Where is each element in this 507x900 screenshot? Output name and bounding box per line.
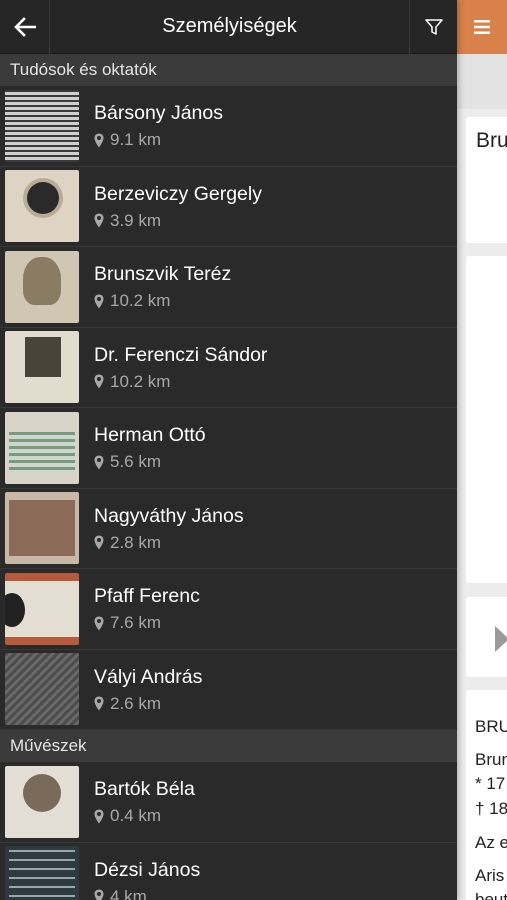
location-pin-icon	[94, 455, 104, 470]
list-item-barsony-janos[interactable]: Bársony János 9.1 km	[0, 86, 457, 167]
arrow-left-icon	[13, 16, 36, 37]
person-thumbnail	[5, 89, 79, 162]
play-icon[interactable]	[495, 626, 507, 652]
distance-value: 0.4 km	[110, 806, 162, 826]
list-item-valyi-andras[interactable]: Vályi András 2.6 km	[0, 650, 457, 730]
detail-text-line: * 17	[475, 774, 506, 793]
list-item-dezsi-janos[interactable]: Dézsi János 4 km	[0, 843, 457, 900]
page-title: Személyiségek	[162, 15, 297, 37]
detail-title: Bru	[476, 129, 507, 152]
distance-value: 2.6 km	[110, 693, 162, 713]
detail-text-line: BRU	[475, 717, 507, 736]
person-name: Dr. Ferenczi Sándor	[94, 343, 268, 366]
location-pin-icon	[94, 374, 104, 389]
location-pin-icon	[94, 696, 104, 711]
person-name: Nagyváthy János	[94, 504, 244, 527]
location-pin-icon	[94, 535, 104, 550]
location-pin-icon	[94, 133, 104, 148]
section-header-artists: Művészek	[0, 730, 457, 762]
distance-row: 2.8 km	[94, 532, 244, 554]
detail-title-card: Bru	[466, 117, 507, 243]
distance-row: 10.2 km	[94, 290, 231, 312]
distance-row: 7.6 km	[94, 612, 200, 634]
location-pin-icon	[94, 616, 104, 631]
menu-button[interactable]	[457, 0, 507, 54]
detail-text-line: beut	[475, 890, 507, 900]
detail-image-card	[466, 256, 507, 583]
back-button[interactable]	[0, 0, 50, 54]
list-item-brunszvik-terez[interactable]: Brunszvik Teréz 10.2 km	[0, 247, 457, 328]
distance-row: 4 km	[94, 886, 200, 900]
location-pin-icon	[94, 294, 104, 309]
section-header-scientists: Tudósok és oktatók	[0, 54, 457, 86]
distance-row: 10.2 km	[94, 371, 267, 393]
hamburger-menu-icon	[474, 20, 490, 34]
app-bar: Személyiségek	[0, 0, 457, 54]
person-thumbnail	[5, 653, 79, 726]
person-name: Dézsi János	[94, 858, 201, 881]
distance-value: 2.8 km	[110, 532, 162, 552]
person-thumbnail	[5, 572, 79, 645]
person-thumbnail	[5, 765, 79, 838]
filter-icon	[424, 18, 443, 35]
person-thumbnail	[5, 411, 79, 484]
person-name: Brunszvik Teréz	[94, 263, 232, 286]
distance-row: 2.6 km	[94, 693, 202, 715]
distance-row: 5.6 km	[94, 451, 206, 473]
person-name: Berzeviczy Gergely	[94, 182, 262, 205]
distance-value: 9.1 km	[110, 130, 162, 150]
person-thumbnail	[5, 331, 79, 404]
distance-row: 9.1 km	[94, 129, 223, 151]
list-item-herman-otto[interactable]: Herman Ottó 5.6 km	[0, 408, 457, 489]
distance-value: 10.2 km	[110, 371, 171, 391]
filter-button[interactable]	[409, 0, 457, 54]
location-pin-icon	[94, 889, 104, 900]
distance-value: 3.9 km	[110, 210, 162, 230]
distance-row: 3.9 km	[94, 210, 262, 232]
detail-text-line: Brun	[475, 750, 507, 769]
distance-value: 5.6 km	[110, 452, 162, 472]
distance-value: 10.2 km	[110, 291, 171, 311]
person-thumbnail	[5, 170, 79, 243]
location-pin-icon	[94, 809, 104, 824]
list-item-nagyvathy-janos[interactable]: Nagyváthy János 2.8 km	[0, 489, 457, 569]
person-thumbnail	[5, 250, 79, 323]
list-item-bartok-bela[interactable]: Bartók Béla 0.4 km	[0, 762, 457, 843]
distance-value: 4 km	[110, 886, 147, 900]
person-name: Pfaff Ferenc	[94, 585, 200, 608]
detail-text-line: † 18	[475, 799, 507, 818]
list-item-berzeviczy-gergely[interactable]: Berzeviczy Gergely 3.9 km	[0, 167, 457, 247]
distance-row: 0.4 km	[94, 805, 195, 827]
person-thumbnail	[5, 492, 79, 565]
detail-text-line: Az e	[475, 833, 507, 852]
person-name: Vályi András	[94, 665, 203, 688]
person-name: Bartók Béla	[94, 778, 195, 801]
distance-value: 7.6 km	[110, 613, 162, 633]
detail-page: Bru BRU Brun * 17 † 18 Az e Aris beut	[457, 0, 507, 900]
list-item-ferenczi-sandor[interactable]: Dr. Ferenczi Sándor 10.2 km	[0, 328, 457, 408]
list-item-pfaff-ferenc[interactable]: Pfaff Ferenc 7.6 km	[0, 569, 457, 650]
person-name: Herman Ottó	[94, 424, 206, 447]
person-name: Bársony János	[94, 102, 223, 125]
personalities-drawer: Személyiségek Tudósok és oktatók Bársony…	[0, 0, 457, 900]
detail-subbar	[457, 54, 507, 109]
person-thumbnail	[5, 846, 79, 900]
detail-text-line: Aris	[475, 866, 505, 885]
location-pin-icon	[94, 213, 104, 228]
